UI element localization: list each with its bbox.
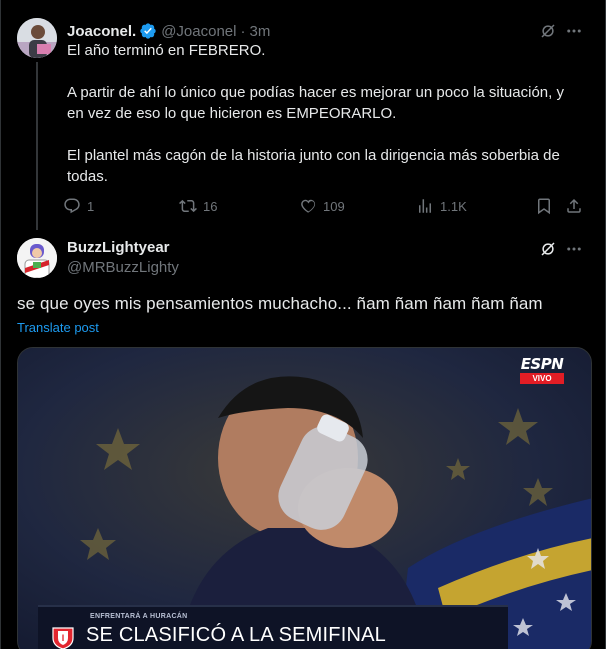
more-icon[interactable] xyxy=(565,240,583,258)
repost-icon xyxy=(179,199,197,213)
espn-logo: ESPN xyxy=(520,355,564,373)
verified-badge-icon xyxy=(139,22,157,40)
separator: · xyxy=(240,22,246,40)
share-icon xyxy=(567,198,581,213)
grok-icon[interactable] xyxy=(539,22,557,40)
video-frame xyxy=(18,348,591,649)
repost-button[interactable]: 16 xyxy=(179,194,217,218)
more-icon[interactable] xyxy=(565,22,583,40)
reply-count: 1 xyxy=(87,198,95,214)
thread-line xyxy=(36,62,38,230)
timeline: Joaconel. @Joaconel · 3m El año terminó … xyxy=(0,0,606,649)
video-lower-third: I ENFRENTARÁ A HURACÁN SE CLASIFICÓ A LA… xyxy=(38,605,508,649)
lower-third-title: SE CLASIFICÓ A LA SEMIFINAL xyxy=(86,624,386,646)
display-name[interactable]: Joaconel. xyxy=(67,23,136,40)
like-icon xyxy=(301,199,316,213)
paragraph: El año terminó en FEBRERO. xyxy=(67,42,266,59)
reply-icon xyxy=(64,198,80,214)
grok-icon[interactable] xyxy=(539,240,557,258)
views-button[interactable]: 1.1K xyxy=(416,194,467,218)
avatar[interactable] xyxy=(17,18,57,58)
like-button[interactable]: 109 xyxy=(299,194,345,218)
tweet-header: Joaconel. @Joaconel · 3m xyxy=(67,21,270,41)
translate-post-link[interactable]: Translate post xyxy=(17,320,99,335)
club-crest-icon: I xyxy=(50,624,76,649)
channel-logo: ESPN VIVO xyxy=(519,356,565,384)
bookmark-icon xyxy=(538,198,550,215)
tweet-text: se que oyes mis pensamientos muchacho...… xyxy=(17,294,543,313)
repost-count: 16 xyxy=(203,198,218,214)
tweet-actions: 1 16 109 1.1K xyxy=(63,194,583,218)
handle[interactable]: @MRBuzzLighty xyxy=(67,259,179,276)
bookmark-button[interactable] xyxy=(535,194,553,218)
tweet-media-video[interactable]: ESPN VIVO I ENFRENTARÁ A HURACÁN SE CLAS… xyxy=(17,347,592,649)
share-button[interactable] xyxy=(565,194,583,218)
paragraph: El plantel más cagón de la historia junt… xyxy=(67,147,560,185)
views-icon xyxy=(419,199,431,213)
live-badge: VIVO xyxy=(520,373,564,384)
timestamp[interactable]: 3m xyxy=(249,23,270,40)
display-name[interactable]: BuzzLightyear xyxy=(67,239,170,256)
view-count: 1.1K xyxy=(440,198,467,214)
lower-third-subtitle: ENFRENTARÁ A HURACÁN xyxy=(90,613,188,620)
tweet-text: El año terminó en FEBRERO. A partir de a… xyxy=(67,40,582,187)
avatar[interactable] xyxy=(17,238,57,278)
reply-button[interactable]: 1 xyxy=(63,194,94,218)
svg-text:I: I xyxy=(62,633,65,643)
paragraph: A partir de ahí lo único que podías hace… xyxy=(67,84,564,122)
tweet-joaconel[interactable]: Joaconel. @Joaconel · 3m El año terminó … xyxy=(1,0,606,230)
handle[interactable]: @Joaconel xyxy=(161,23,236,40)
like-count: 109 xyxy=(323,198,345,214)
